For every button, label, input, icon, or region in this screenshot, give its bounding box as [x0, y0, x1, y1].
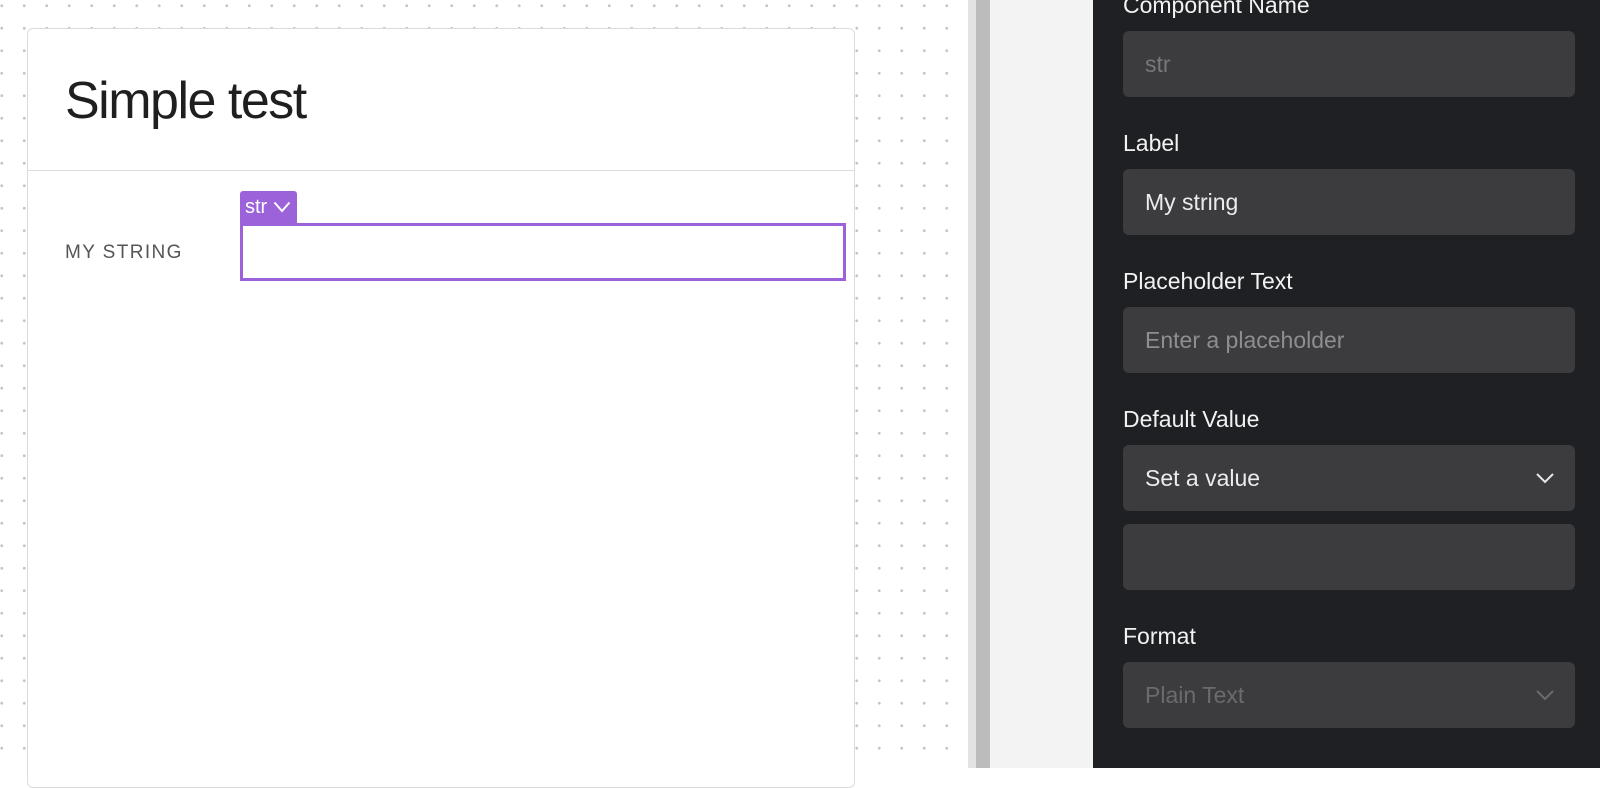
format-select[interactable]: Plain Text — [1123, 662, 1575, 728]
form-canvas: Simple test MY STRING str — [0, 0, 968, 788]
chevron-down-icon — [1535, 689, 1555, 701]
label-label: Label — [1123, 130, 1180, 156]
string-field-input[interactable] — [240, 223, 846, 281]
component-name-field[interactable]: str — [1123, 31, 1575, 97]
component-name-value: str — [1145, 50, 1171, 77]
default-value-label: Default Value — [1123, 406, 1260, 432]
placeholder-text-label: Placeholder Text — [1123, 268, 1293, 294]
component-name-label: Component Name — [1123, 0, 1310, 18]
form-header: Simple test — [28, 29, 854, 171]
chevron-down-icon — [273, 201, 291, 213]
form-card: Simple test MY STRING str — [27, 28, 855, 788]
label-input[interactable] — [1123, 169, 1575, 235]
component-tag-dropdown[interactable]: str — [240, 191, 298, 223]
default-value-input[interactable] — [1123, 524, 1575, 590]
component-tag-label: str — [245, 195, 268, 218]
placeholder-text-input[interactable] — [1123, 307, 1575, 373]
default-value-selected: Set a value — [1145, 464, 1261, 491]
panel-gutter — [990, 0, 1093, 768]
panel-resize-handle[interactable] — [976, 0, 990, 768]
splitter-track — [968, 0, 976, 768]
field-label: MY STRING — [65, 242, 183, 263]
format-selected: Plain Text — [1145, 681, 1245, 708]
default-value-select[interactable]: Set a value — [1123, 445, 1575, 511]
format-label: Format — [1123, 623, 1196, 649]
chevron-down-icon — [1535, 472, 1555, 484]
properties-panel: Component Name str Label Placeholder Tex… — [1093, 0, 1600, 768]
form-title: Simple test — [65, 72, 307, 130]
